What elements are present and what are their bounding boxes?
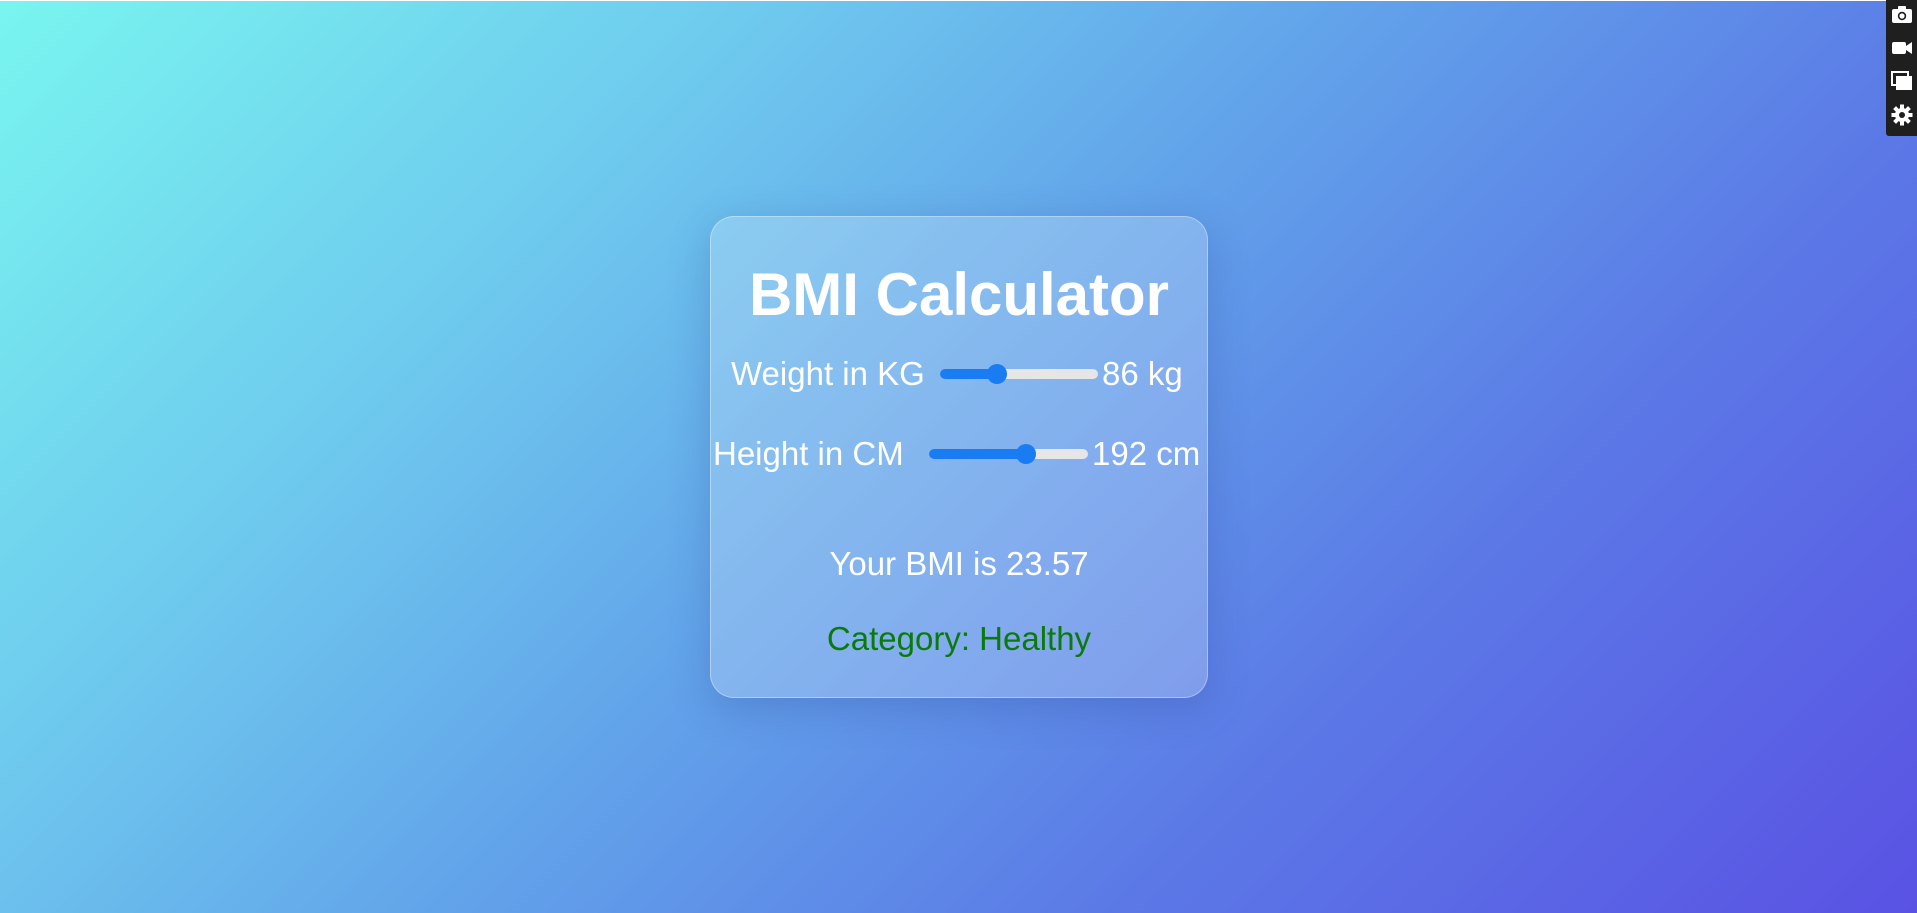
height-slider-fill — [929, 449, 1026, 459]
weight-slider-thumb[interactable] — [986, 364, 1007, 384]
top-border-line — [0, 0, 1886, 1]
page-title: BMI Calculator — [748, 261, 1170, 328]
weight-slider[interactable] — [940, 364, 1098, 384]
height-label: Height in CM — [713, 435, 904, 472]
bmi-category: Category: Healthy — [826, 620, 1092, 657]
camera-icon[interactable] — [1891, 3, 1913, 25]
height-value: 192 cm — [1092, 435, 1201, 472]
bmi-result: Your BMI is 23.57 — [829, 545, 1089, 582]
weight-label: Weight in KG — [731, 355, 925, 392]
height-row: Height in CM 192 cm — [711, 429, 1209, 479]
bmi-card: BMI Calculator Weight in KG 86 kg Height… — [710, 216, 1208, 698]
height-slider[interactable] — [929, 444, 1088, 464]
windows-icon[interactable] — [1891, 70, 1913, 92]
screenshot-toolbar — [1886, 0, 1917, 136]
video-camera-icon[interactable] — [1891, 37, 1913, 59]
gear-icon[interactable] — [1891, 104, 1913, 126]
weight-row: Weight in KG 86 kg — [711, 349, 1209, 399]
height-slider-thumb[interactable] — [1015, 444, 1036, 464]
weight-value: 86 kg — [1102, 355, 1183, 392]
